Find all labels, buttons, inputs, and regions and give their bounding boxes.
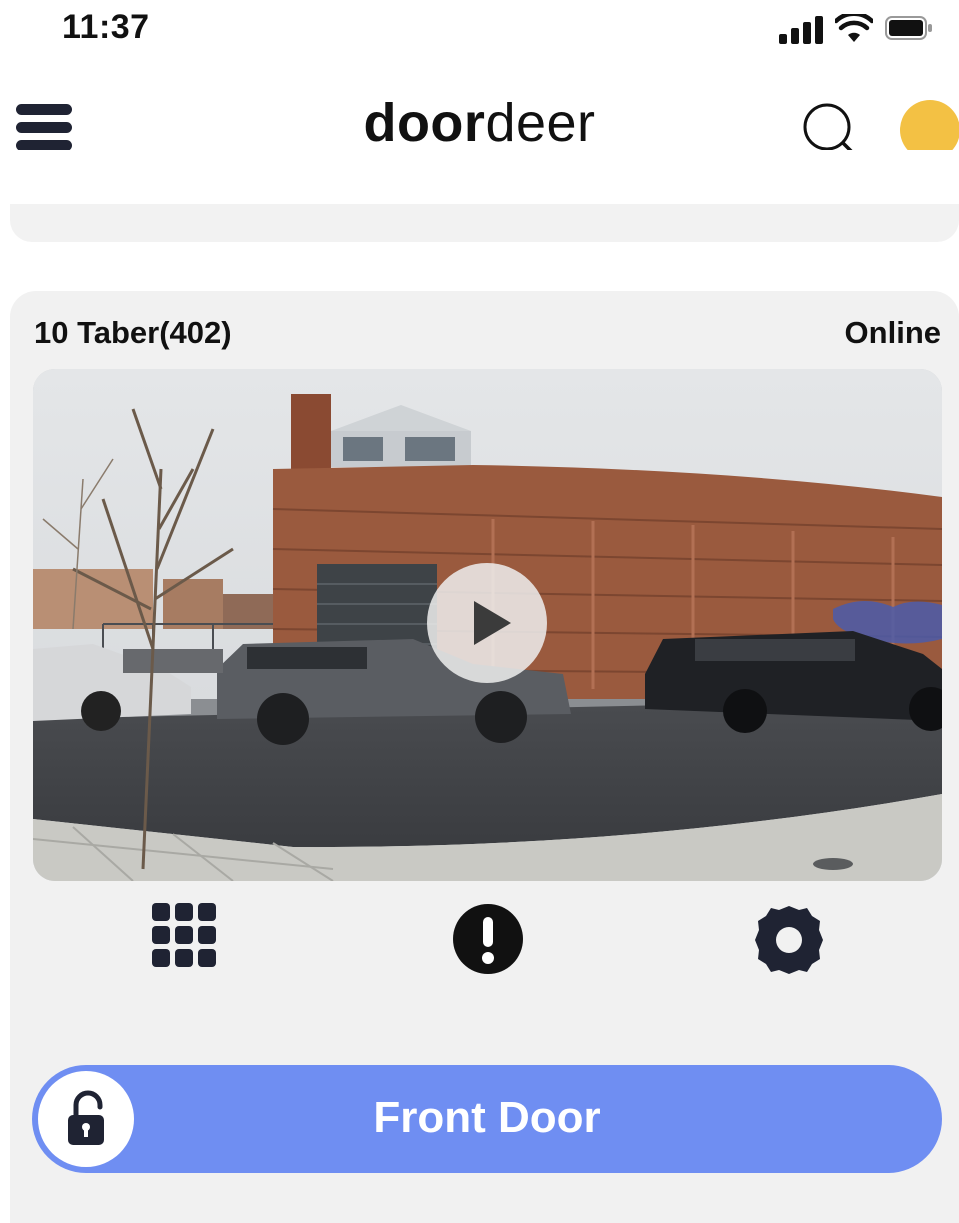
camera-preview[interactable] bbox=[33, 369, 942, 881]
unlock-button-label: Front Door bbox=[373, 1093, 601, 1142]
device-status: Online bbox=[844, 315, 941, 350]
play-button[interactable] bbox=[427, 563, 547, 683]
logo-light-text: deer bbox=[485, 93, 596, 153]
status-bar: 11:37 bbox=[0, 0, 959, 60]
camera-card: 10 Taber(402) Online Front Door bbox=[10, 291, 959, 1223]
logo-bold-text: door bbox=[363, 93, 486, 153]
front-door-unlock-button[interactable]: Front Door bbox=[32, 1065, 942, 1173]
settings-gear-icon[interactable] bbox=[752, 903, 826, 977]
status-icons bbox=[765, 12, 945, 46]
battery-icon bbox=[885, 16, 932, 40]
wifi-icon bbox=[835, 14, 873, 42]
camera-actions bbox=[10, 903, 959, 983]
keypad-icon[interactable] bbox=[152, 903, 216, 967]
signal-icon bbox=[779, 16, 825, 44]
play-icon bbox=[474, 601, 511, 645]
alert-icon[interactable] bbox=[452, 903, 524, 975]
status-time: 11:37 bbox=[62, 8, 150, 46]
device-name: 10 Taber(402) bbox=[34, 315, 232, 350]
